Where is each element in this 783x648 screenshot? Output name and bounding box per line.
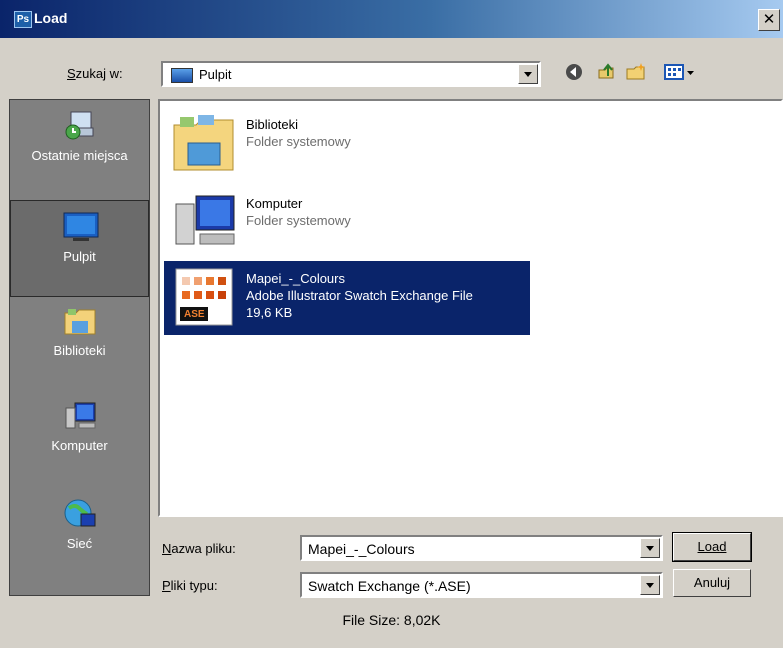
load-button-label: Load bbox=[697, 539, 727, 554]
place-label: Sieć bbox=[66, 536, 93, 551]
new-folder-icon[interactable] bbox=[624, 62, 648, 84]
filetype-label: Pliki typu: bbox=[162, 578, 218, 593]
place-label: Komputer bbox=[51, 438, 108, 453]
desktop-icon bbox=[171, 68, 193, 83]
list-item[interactable]: Komputer Folder systemowy bbox=[164, 186, 530, 260]
file-size: 19,6 KB bbox=[246, 305, 293, 320]
file-list[interactable]: Biblioteki Folder systemowy Komputer Fol… bbox=[158, 99, 783, 517]
places-bar: Ostatnie miejsca Pulpit Biblioteki Kompu… bbox=[9, 99, 150, 596]
cancel-button[interactable]: Anuluj bbox=[673, 569, 751, 597]
file-type: Adobe Illustrator Swatch Exchange File bbox=[246, 288, 473, 303]
filetype-value: Swatch Exchange (*.ASE) bbox=[308, 578, 471, 594]
place-desktop[interactable]: Pulpit bbox=[10, 200, 149, 297]
file-type: Folder systemowy bbox=[246, 134, 351, 149]
file-type: Folder systemowy bbox=[246, 213, 351, 228]
file-size-status: File Size: 8,02K bbox=[342, 612, 441, 628]
list-item[interactable]: Biblioteki Folder systemowy bbox=[164, 107, 530, 181]
look-in-label-rest: zukaj w: bbox=[75, 66, 123, 81]
file-name: Mapei_-_Colours bbox=[246, 271, 345, 286]
place-label: Biblioteki bbox=[53, 343, 106, 358]
filename-value: Mapei_-_Colours bbox=[308, 541, 415, 557]
look-in-label: Szukaj w: bbox=[67, 66, 123, 81]
look-in-dropdown[interactable]: Pulpit bbox=[161, 61, 541, 87]
load-button[interactable]: Load bbox=[672, 532, 752, 562]
filetype-dropdown[interactable]: Swatch Exchange (*.ASE) bbox=[300, 572, 663, 598]
back-icon[interactable] bbox=[562, 62, 586, 84]
ase-badge: ASE bbox=[184, 309, 205, 320]
title-bar: Ps Load ✕ bbox=[0, 0, 783, 38]
chevron-down-icon[interactable] bbox=[640, 538, 660, 558]
libraries-folder-icon bbox=[170, 111, 238, 175]
computer-icon bbox=[170, 190, 238, 254]
filename-field[interactable]: Mapei_-_Colours bbox=[300, 535, 663, 561]
window-title: Load bbox=[34, 10, 68, 26]
photoshop-app-icon: Ps bbox=[14, 11, 32, 28]
up-folder-icon[interactable] bbox=[594, 62, 618, 84]
recent-places-icon bbox=[63, 110, 97, 142]
place-label: Ostatnie miejsca bbox=[31, 148, 128, 163]
network-icon bbox=[63, 498, 97, 530]
file-name: Komputer bbox=[246, 196, 303, 211]
place-network[interactable]: Sieć bbox=[10, 498, 149, 552]
look-in-value: Pulpit bbox=[199, 67, 232, 82]
desktop-icon bbox=[63, 211, 98, 243]
place-computer[interactable]: Komputer bbox=[10, 400, 149, 454]
close-button[interactable]: ✕ bbox=[758, 9, 780, 31]
ase-file-icon: ASE bbox=[170, 265, 238, 329]
file-name: Biblioteki bbox=[246, 117, 299, 132]
chevron-down-icon[interactable] bbox=[518, 64, 538, 84]
chevron-down-icon[interactable] bbox=[640, 575, 660, 595]
filename-label: Nazwa pliku: bbox=[162, 541, 236, 556]
place-libraries[interactable]: Biblioteki bbox=[10, 305, 149, 359]
list-item[interactable]: ASE Mapei_-_Colours Adobe Illustrator Sw… bbox=[164, 261, 530, 335]
place-recent[interactable]: Ostatnie miejsca bbox=[10, 110, 149, 164]
libraries-icon bbox=[63, 305, 97, 337]
view-menu-icon[interactable] bbox=[662, 62, 698, 84]
place-label: Pulpit bbox=[63, 249, 96, 264]
computer-icon bbox=[63, 400, 97, 432]
